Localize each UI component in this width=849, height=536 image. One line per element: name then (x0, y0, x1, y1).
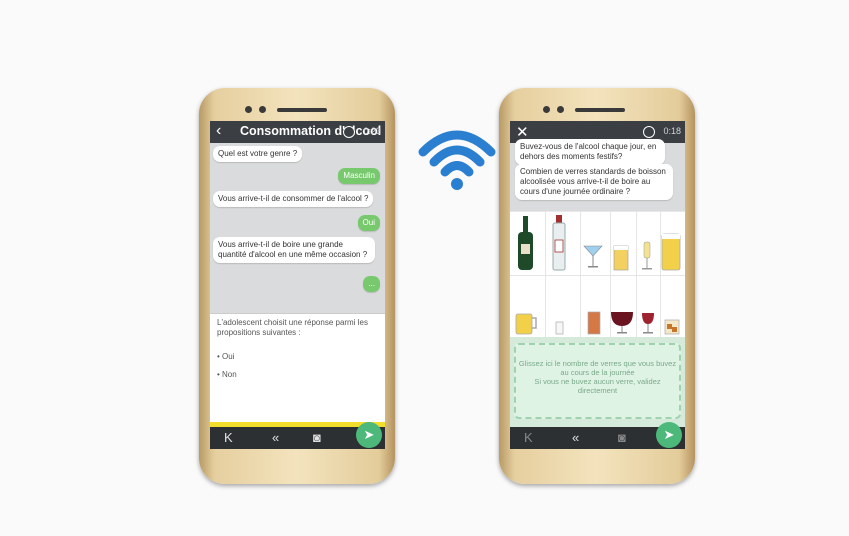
chat-title: Consommation d'alcool (240, 124, 382, 138)
option-non[interactable]: • Non (217, 370, 237, 379)
chat-header: ‹ Consommation d'alcool 0:23 (210, 121, 385, 143)
camera-dot (245, 106, 252, 113)
right-screen: ✕ 0:18 Buvez-vous de l'alcool chaque jou… (510, 121, 685, 449)
send-button[interactable]: ➤ (656, 422, 682, 448)
wine-bottle-icon (518, 216, 533, 270)
speaker-grill (277, 108, 327, 112)
user-message: Oui (357, 215, 380, 231)
cider-glass-icon (587, 311, 601, 335)
drop-zone-text: Si vous ne buvez aucun verre, validez (534, 377, 661, 386)
red-wine-glass-icon (611, 312, 633, 334)
bot-message: Combien de verres standards de boisson a… (515, 164, 673, 200)
left-phone: ‹ Consommation d'alcool 0:23 Quel est vo… (199, 88, 395, 484)
drop-zone-text: Glissez ici le nombre de verres que vous… (518, 359, 677, 368)
wifi-icon (418, 130, 496, 190)
send-button[interactable]: ➤ (356, 422, 382, 448)
chat-thread: Quel est votre genre ? Masculin Vous arr… (210, 143, 385, 313)
timer-icon (643, 126, 655, 138)
right-phone: ✕ 0:18 Buvez-vous de l'alcool chaque jou… (499, 88, 695, 484)
user-typing: ... (363, 276, 380, 292)
camera-dot (543, 106, 550, 113)
first-button[interactable]: K (224, 430, 233, 445)
drinks-grid (510, 212, 685, 337)
previous-button[interactable]: « (272, 430, 279, 445)
timer-icon (343, 126, 355, 138)
speaker-grill (575, 108, 625, 112)
chevron-left-icon[interactable]: ‹ (216, 122, 221, 140)
bot-message: Buvez-vous de l'alcool chaque jour, en d… (515, 139, 665, 165)
chat-thread: Buvez-vous de l'alcool chaque jour, en d… (510, 139, 685, 211)
left-screen: ‹ Consommation d'alcool 0:23 Quel est vo… (210, 121, 385, 449)
beer-mug-small-icon (515, 313, 537, 335)
instruction-text: L'adolescent choisit une réponse parmi l… (217, 318, 368, 327)
camera-dot (259, 106, 266, 113)
instruction-text: propositions suivantes : (217, 328, 301, 337)
cocktail-glass-icon (583, 245, 603, 268)
camera-dot (557, 106, 564, 113)
beer-glass-icon (613, 245, 629, 271)
drop-zone-text: au cours de la journée (560, 368, 635, 377)
bot-message: Quel est votre genre ? (213, 146, 303, 162)
drop-zone[interactable]: Glissez ici le nombre de verres que vous… (514, 343, 681, 419)
audio-button[interactable]: ◙ (313, 430, 321, 445)
shot-glass-icon (555, 321, 564, 335)
liquor-bottle-icon (552, 215, 566, 271)
elapsed-time: 0:23 (363, 126, 381, 136)
drop-zone-area: Glissez ici le nombre de verres que vous… (510, 337, 685, 427)
audio-button[interactable]: ◙ (618, 430, 626, 445)
drop-zone-text: directement (577, 386, 618, 395)
instruction-panel: L'adolescent choisit une réponse parmi l… (210, 313, 385, 424)
bot-message: Vous arrive-t-il de consommer de l'alcoo… (213, 191, 374, 207)
drinks-illustrations[interactable] (510, 212, 685, 337)
beer-mug-icon (661, 233, 681, 271)
bot-message: Vous arrive-t-il de boire une grande qua… (213, 237, 375, 263)
elapsed-time: 0:18 (663, 126, 681, 136)
previous-button[interactable]: « (572, 430, 579, 445)
whisky-glass-icon (664, 319, 680, 335)
first-button[interactable]: K (524, 430, 533, 445)
champagne-flute-icon (642, 241, 652, 270)
option-oui[interactable]: • Oui (217, 352, 234, 361)
wine-glass-icon (642, 313, 654, 334)
user-message: Masculin (338, 168, 380, 184)
